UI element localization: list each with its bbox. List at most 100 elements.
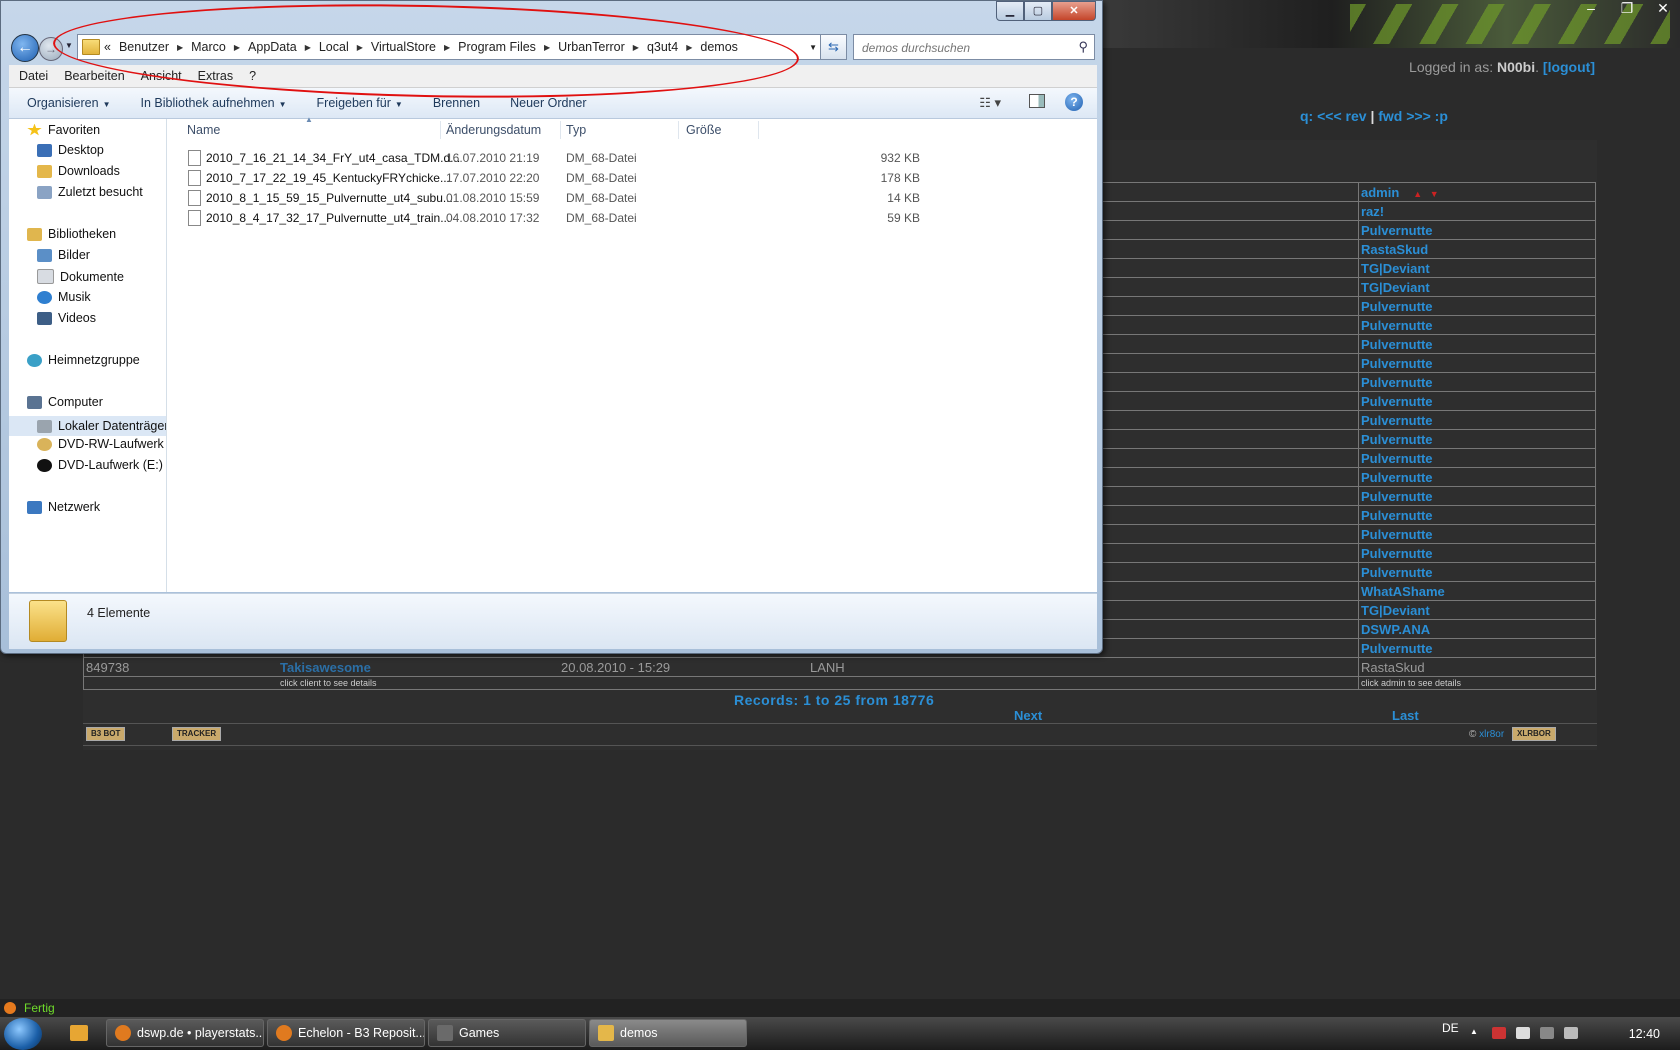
menu-datei[interactable]: Datei [19,69,48,83]
breadcrumb-item[interactable]: Program Files [458,40,536,54]
column-name[interactable]: Name [187,123,220,137]
nav-homegroup[interactable]: Heimnetzgruppe [27,353,140,367]
nav-documents[interactable]: Dokumente [37,269,124,284]
admin-cell[interactable]: TG|Deviant [1358,277,1596,297]
tray-app-icon[interactable] [1492,1027,1506,1039]
breadcrumb-item[interactable]: AppData [248,40,297,54]
share-with-button[interactable]: Freigeben für ▼ [317,96,403,110]
task-dswp[interactable]: dswp.de • playerstats... [106,1019,264,1047]
xlrbor-badge[interactable]: XLRBOR [1512,727,1556,741]
column-divider[interactable] [560,121,561,139]
task-demos[interactable]: demos [589,1019,747,1047]
file-row[interactable]: 2010_7_16_21_14_34_FrY_ut4_casa_TDM.d...… [167,148,1097,168]
b3-bot-badge[interactable]: B3 BOT [86,727,126,741]
burn-button[interactable]: Brennen [433,96,480,110]
show-hidden-icons-icon[interactable]: ▲ [1470,1027,1478,1036]
breadcrumb-arrow-icon[interactable]: ▶ [234,43,240,52]
close-icon[interactable]: ✕ [1654,0,1672,17]
nav-dvd-rw[interactable]: DVD-RW-Laufwerk ( [37,437,166,451]
language-indicator[interactable]: DE [1442,1021,1459,1035]
admin-cell[interactable]: Pulvernutte [1358,353,1596,373]
admin-cell[interactable]: Pulvernutte [1358,372,1596,392]
preview-pane-icon[interactable] [1029,94,1045,108]
breadcrumb-item[interactable]: Marco [191,40,226,54]
minimize-icon[interactable]: – [1582,0,1600,17]
xlr8or-link[interactable]: xlr8or [1479,729,1504,740]
admin-cell[interactable]: Pulvernutte [1358,562,1596,582]
search-input[interactable] [860,37,1064,59]
admin-cell[interactable]: Pulvernutte [1358,505,1596,525]
file-row[interactable]: 2010_7_17_22_19_45_KentuckyFRYchicke... 1… [167,168,1097,188]
breadcrumb-arrow-icon[interactable]: ▶ [544,43,550,52]
sort-arrows-icon[interactable]: ▲ ▼ [1413,189,1438,199]
admin-cell[interactable]: Pulvernutte [1358,429,1596,449]
address-dropdown-icon[interactable]: ▼ [809,43,817,52]
query-fwd-link[interactable]: fwd >>> :p [1378,108,1448,124]
action-center-flag-icon[interactable] [1516,1027,1530,1039]
admin-cell[interactable]: Pulvernutte [1358,486,1596,506]
nav-videos[interactable]: Videos [37,311,96,325]
breadcrumb-arrow-icon[interactable]: ▶ [633,43,639,52]
nav-recent[interactable]: Zuletzt besucht [37,185,143,199]
volume-icon[interactable] [1564,1027,1578,1039]
nav-favorites[interactable]: Favoriten [27,123,100,137]
close-button[interactable]: ✕ [1052,1,1096,21]
search-icon[interactable]: ⚲ [1078,39,1088,55]
admin-cell[interactable]: TG|Deviant [1358,600,1596,620]
admin-cell[interactable]: Pulvernutte [1358,296,1596,316]
admin-column-header[interactable]: admin ▲ ▼ [1358,182,1596,202]
refresh-button[interactable]: ⇆ [820,34,847,60]
nav-dvd[interactable]: DVD-Laufwerk (E:) S [37,458,166,472]
breadcrumb-arrow-icon[interactable]: ▶ [686,43,692,52]
help-icon[interactable]: ? [1065,93,1083,111]
query-rev-link[interactable]: q: <<< rev [1300,108,1367,124]
new-folder-button[interactable]: Neuer Ordner [510,96,586,110]
breadcrumb-item[interactable]: q3ut4 [647,40,678,54]
admin-cell[interactable]: Pulvernutte [1358,410,1596,430]
restore-icon[interactable]: ❐ [1618,0,1636,17]
admin-cell[interactable]: WhatAShame [1358,581,1596,601]
menu-bearbeiten[interactable]: Bearbeiten [64,69,124,83]
admin-cell[interactable]: Pulvernutte [1358,391,1596,411]
view-options-icon[interactable]: ☷ ▾ [979,95,1001,111]
admin-cell[interactable]: Pulvernutte [1358,638,1596,658]
admin-cell[interactable]: Pulvernutte [1358,467,1596,487]
clock[interactable]: 12:40 [1629,1027,1660,1041]
last-page-link[interactable]: Last [1392,708,1419,723]
menu-extras[interactable]: Extras [198,69,233,83]
next-page-link[interactable]: Next [1014,708,1042,723]
menu-help[interactable]: ? [249,69,256,83]
column-date[interactable]: Änderungsdatum [446,123,541,137]
network-tray-icon[interactable] [1540,1027,1554,1039]
media-player-quicklaunch-icon[interactable] [70,1025,88,1041]
nav-local-disk[interactable]: Lokaler Datenträger [9,416,166,436]
minimize-button[interactable]: ▁ [996,1,1024,21]
admin-cell[interactable]: TG|Deviant [1358,258,1596,278]
start-button[interactable] [4,1018,42,1050]
back-button[interactable]: ← [11,34,39,62]
column-size[interactable]: Größe [686,123,721,137]
admin-cell[interactable]: Pulvernutte [1358,448,1596,468]
address-bar[interactable]: « Benutzer ▶ Marco ▶ AppData ▶ Local ▶ VirtualSto… [77,34,824,60]
nav-computer[interactable]: Computer [27,395,103,409]
file-row[interactable]: 2010_8_4_17_32_17_Pulvernutte_ut4_train.… [167,208,1097,228]
admin-cell[interactable]: Pulvernutte [1358,334,1596,354]
menu-ansicht[interactable]: Ansicht [141,69,182,83]
admin-cell[interactable]: DSWP.ANA [1358,619,1596,639]
admin-cell[interactable]: Pulvernutte [1358,524,1596,544]
tracker-badge[interactable]: TRACKER [172,727,222,741]
nav-pictures[interactable]: Bilder [37,248,90,262]
admin-cell[interactable]: Pulvernutte [1358,220,1596,240]
admin-cell[interactable]: raz! [1358,201,1596,221]
column-divider[interactable] [758,121,759,139]
maximize-button[interactable]: ▢ [1024,1,1052,21]
nav-libraries[interactable]: Bibliotheken [27,227,116,241]
breadcrumb-arrow-icon[interactable]: ▶ [305,43,311,52]
nav-desktop[interactable]: Desktop [37,143,104,157]
column-divider[interactable] [678,121,679,139]
admin-cell[interactable]: Pulvernutte [1358,543,1596,563]
breadcrumb-arrow-icon[interactable]: ▶ [357,43,363,52]
breadcrumb-item[interactable]: Local [319,40,349,54]
nav-music[interactable]: Musik [37,290,91,304]
forward-button[interactable]: → [39,37,63,61]
